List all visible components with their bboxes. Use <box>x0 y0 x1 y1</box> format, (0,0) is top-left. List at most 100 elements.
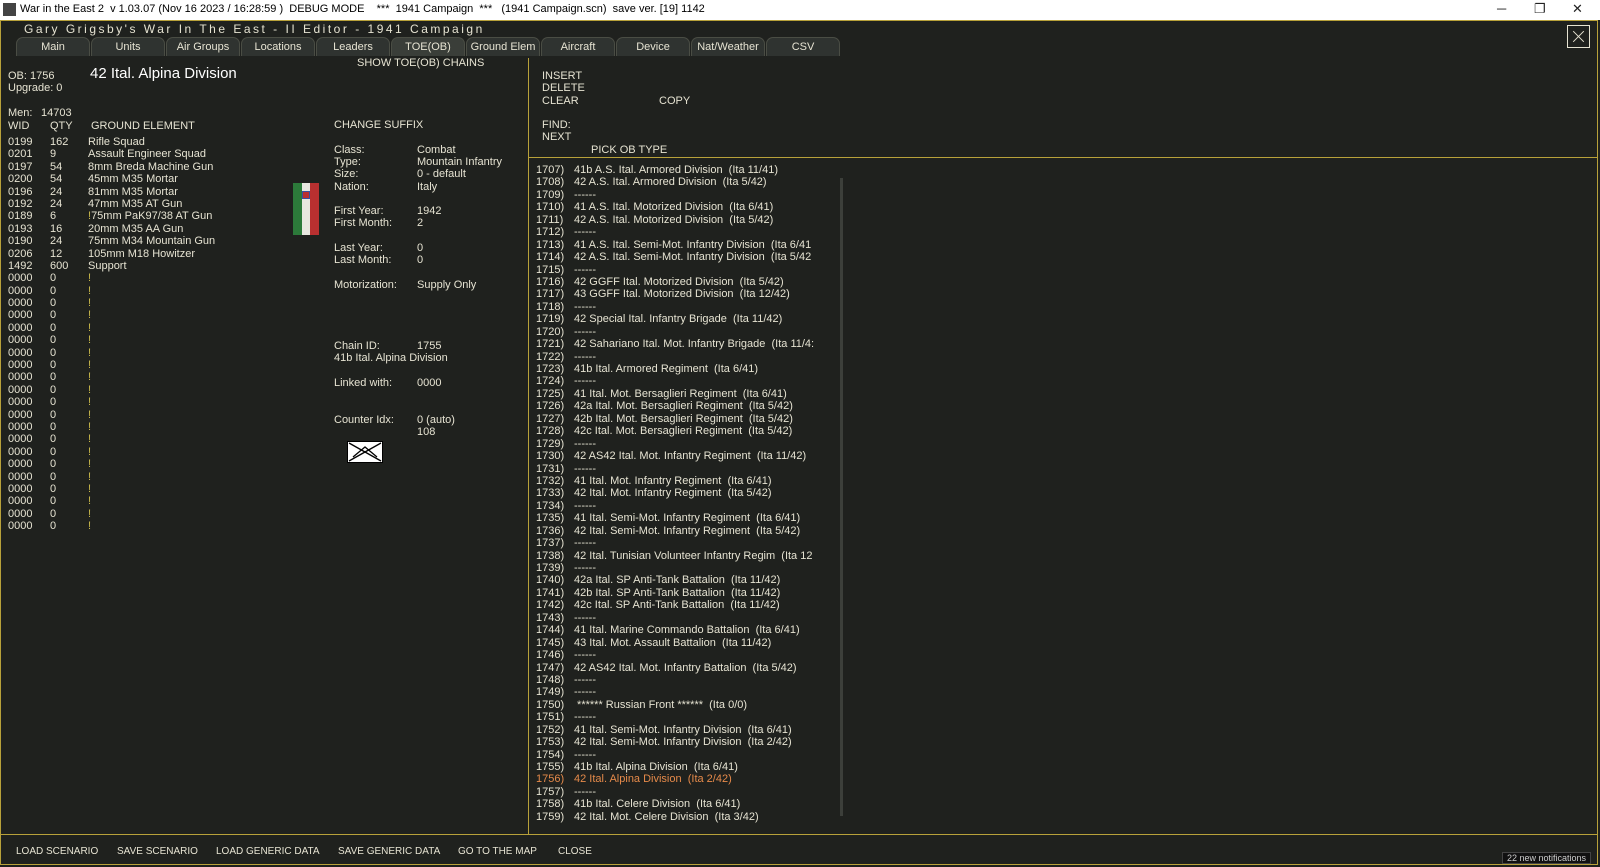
tab-toe-ob[interactable]: TOE(OB) <box>391 37 465 56</box>
chain-id-value[interactable]: 1755 <box>417 340 441 352</box>
element-name[interactable]: ! <box>88 409 288 421</box>
ob-list-item[interactable]: 1709) ------ <box>536 189 838 201</box>
last-month-value[interactable]: 0 <box>417 254 423 266</box>
ob-list-item[interactable]: 1717) 43 GGFF Ital. Motorized Division (I… <box>536 288 838 300</box>
ob-list-item[interactable]: 1723) 41b Ital. Armored Regiment (Ita 6/4… <box>536 363 838 375</box>
ob-name[interactable]: 42 Ital. Alpina Division <box>90 65 237 82</box>
ob-list-item[interactable]: 1712) ------ <box>536 226 838 238</box>
minimize-button[interactable]: ─ <box>1497 1 1506 16</box>
ob-list-item[interactable]: 1722) ------ <box>536 351 838 363</box>
ob-list-item[interactable]: 1748) ------ <box>536 674 838 686</box>
element-name[interactable]: !75mm PaK97/38 AT Gun <box>88 210 288 222</box>
type-value[interactable]: Mountain Infantry <box>417 156 502 168</box>
element-name[interactable]: ! <box>88 347 288 359</box>
ob-list-item[interactable]: 1728) 42c Ital. Mot. Bersaglieri Regiment… <box>536 425 838 437</box>
ob-list-item[interactable]: 1741) 42b Ital. SP Anti-Tank Battalion (I… <box>536 587 838 599</box>
close-icon[interactable] <box>1567 25 1590 48</box>
ob-list-item[interactable]: 1719) 42 Special Ital. Infantry Brigade (… <box>536 313 838 325</box>
element-name[interactable]: ! <box>88 446 288 458</box>
ob-list-item[interactable]: 1732) 41 Ital. Mot. Infantry Regiment (It… <box>536 475 838 487</box>
ob-list-item[interactable]: 1754) ------ <box>536 749 838 761</box>
go-to-map-button[interactable]: GO TO THE MAP <box>458 846 537 857</box>
element-name[interactable]: ! <box>88 272 288 284</box>
ob-list-item[interactable]: 1745) 43 Ital. Mot. Assault Battalion (It… <box>536 637 838 649</box>
insert-button[interactable]: INSERT <box>542 70 582 82</box>
ob-list-item[interactable]: 1757) ------ <box>536 786 838 798</box>
element-name[interactable]: ! <box>88 508 288 520</box>
ob-list-item[interactable]: 1753) 42 Ital. Semi-Mot. Infantry Divisio… <box>536 736 838 748</box>
ob-list-item[interactable]: 1718) ------ <box>536 301 838 313</box>
ob-list-item[interactable]: 1720) ------ <box>536 326 838 338</box>
tab-units[interactable]: Units <box>91 37 165 56</box>
tab-aircraft[interactable]: Aircraft <box>541 37 615 56</box>
ob-list-item[interactable]: 1747) 42 AS42 Ital. Mot. Infantry Battali… <box>536 662 838 674</box>
ob-list-item[interactable]: 1735) 41 Ital. Semi-Mot. Infantry Regimen… <box>536 512 838 524</box>
element-name[interactable]: 81mm M35 Mortar <box>88 186 288 198</box>
nation-value[interactable]: Italy <box>417 181 437 193</box>
class-value[interactable]: Combat <box>417 144 456 156</box>
ob-list-item[interactable]: 1738) 42 Ital. Tunisian Volunteer Infantr… <box>536 550 838 562</box>
maximize-button[interactable]: ❐ <box>1534 1 1546 17</box>
ob-list-item[interactable]: 1734) ------ <box>536 500 838 512</box>
element-name[interactable]: ! <box>88 495 288 507</box>
notifications-badge[interactable]: 22 new notifications <box>1502 852 1592 864</box>
element-name[interactable]: ! <box>88 421 288 433</box>
change-suffix-button[interactable]: CHANGE SUFFIX <box>334 119 423 131</box>
ob-list-item[interactable]: 1710) 41 A.S. Ital. Motorized Division (I… <box>536 201 838 213</box>
last-year-value[interactable]: 0 <box>417 242 423 254</box>
element-name[interactable]: ! <box>88 396 288 408</box>
element-name[interactable]: ! <box>88 334 288 346</box>
element-name[interactable]: ! <box>88 359 288 371</box>
tab-leaders[interactable]: Leaders <box>316 37 390 56</box>
ob-list-item[interactable]: 1729) ------ <box>536 438 838 450</box>
element-name[interactable]: Assault Engineer Squad <box>88 148 288 160</box>
ob-list-item[interactable]: 1755) 41b Ital. Alpina Division (Ita 6/41… <box>536 761 838 773</box>
delete-button[interactable]: DELETE <box>542 82 585 94</box>
window-close-button[interactable]: ✕ <box>1572 1 1583 17</box>
ob-list[interactable]: 1707) 41b A.S. Ital. Armored Division (It… <box>536 164 838 827</box>
element-name[interactable]: Support <box>88 260 288 272</box>
ob-list-item[interactable]: 1707) 41b A.S. Ital. Armored Division (It… <box>536 164 838 176</box>
element-name[interactable]: ! <box>88 471 288 483</box>
element-name[interactable]: ! <box>88 384 288 396</box>
tab-csv[interactable]: CSV <box>766 37 840 56</box>
ob-list-item[interactable]: 1725) 41 Ital. Mot. Bersaglieri Regiment … <box>536 388 838 400</box>
first-month-value[interactable]: 2 <box>417 217 423 229</box>
ob-list-item[interactable]: 1713) 41 A.S. Ital. Semi-Mot. Infantry Di… <box>536 239 838 251</box>
element-name[interactable]: ! <box>88 309 288 321</box>
counter-idx-value[interactable]: 0 (auto) <box>417 414 455 426</box>
close-button[interactable]: CLOSE <box>558 846 592 857</box>
ob-list-item[interactable]: 1724) ------ <box>536 375 838 387</box>
size-value[interactable]: 0 - default <box>417 168 466 180</box>
element-name[interactable]: ! <box>88 433 288 445</box>
element-name[interactable]: 105mm M18 Howitzer <box>88 248 288 260</box>
ob-list-item[interactable]: 1726) 42a Ital. Mot. Bersaglieri Regiment… <box>536 400 838 412</box>
element-name[interactable]: 45mm M35 Mortar <box>88 173 288 185</box>
ob-list-item[interactable]: 1711) 42 A.S. Ital. Motorized Division (I… <box>536 214 838 226</box>
tab-ground-elem[interactable]: Ground Elem <box>466 37 540 56</box>
ob-list-item[interactable]: 1714) 42 A.S. Ital. Semi-Mot. Infantry Di… <box>536 251 838 263</box>
ob-list-item[interactable]: 1751) ------ <box>536 711 838 723</box>
load-generic-data-button[interactable]: LOAD GENERIC DATA <box>216 846 320 857</box>
ob-list-item[interactable]: 1756) 42 Ital. Alpina Division (Ita 2/42) <box>536 773 838 785</box>
element-name[interactable]: 8mm Breda Machine Gun <box>88 161 288 173</box>
find-button[interactable]: FIND: <box>542 119 571 131</box>
pick-ob-type-button[interactable]: PICK OB TYPE <box>591 144 667 156</box>
ob-list-item[interactable]: 1708) 42 A.S. Ital. Armored Division (Ita… <box>536 176 838 188</box>
first-year-value[interactable]: 1942 <box>417 205 441 217</box>
ob-list-item[interactable]: 1739) ------ <box>536 562 838 574</box>
ob-list-item[interactable]: 1743) ------ <box>536 612 838 624</box>
ob-list-item[interactable]: 1752) 41 Ital. Semi-Mot. Infantry Divisio… <box>536 724 838 736</box>
ob-list-item[interactable]: 1744) 41 Ital. Marine Commando Battalion … <box>536 624 838 636</box>
ob-list-item[interactable]: 1733) 42 Ital. Mot. Infantry Regiment (It… <box>536 487 838 499</box>
ob-list-item[interactable]: 1736) 42 Ital. Semi-Mot. Infantry Regimen… <box>536 525 838 537</box>
ob-list-item[interactable]: 1737) ------ <box>536 537 838 549</box>
ob-list-item[interactable]: 1715) ------ <box>536 264 838 276</box>
linked-with-value[interactable]: 0000 <box>417 377 441 389</box>
ob-list-item[interactable]: 1740) 42a Ital. SP Anti-Tank Battalion (I… <box>536 574 838 586</box>
ob-list-item[interactable]: 1749) ------ <box>536 686 838 698</box>
ob-list-item[interactable]: 1716) 42 GGFF Ital. Motorized Division (I… <box>536 276 838 288</box>
element-name[interactable]: 47mm M35 AT Gun <box>88 198 288 210</box>
element-name[interactable]: 20mm M35 AA Gun <box>88 223 288 235</box>
ob-list-item[interactable]: 1750) ****** Russian Front ****** (Ita 0… <box>536 699 838 711</box>
